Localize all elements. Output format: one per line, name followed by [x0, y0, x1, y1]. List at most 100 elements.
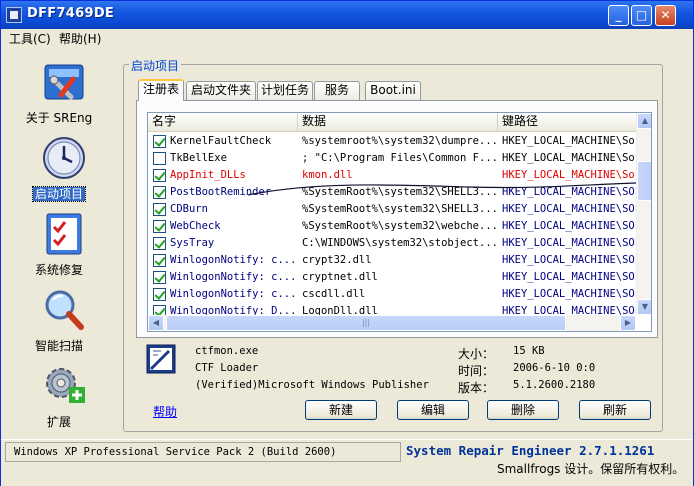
- app-icon: [6, 7, 22, 23]
- row-key-path: HKEY_LOCAL_MACHINE\SOF: [502, 254, 636, 266]
- table-row[interactable]: TkBellExe ; "C:\Program Files\Common F...…: [148, 150, 636, 167]
- row-key-path: HKEY_LOCAL_MACHINE\SOF: [502, 288, 636, 300]
- row-name: CDBurn: [170, 203, 208, 215]
- sidebar-item-label: 智能扫描: [34, 339, 83, 353]
- row-checkbox[interactable]: [153, 220, 166, 233]
- table-row[interactable]: WinlogonNotify: c... cryptnet.dll HKEY_LOC…: [148, 269, 636, 286]
- refresh-button[interactable]: 刷新: [579, 400, 651, 420]
- status-bar: Windows XP Professional Service Pack 2 (…: [1, 439, 693, 486]
- row-checkbox[interactable]: [153, 237, 166, 250]
- menu-tools[interactable]: 工具(C): [9, 30, 51, 47]
- app-name-text: System Repair Engineer 2.7.1.1261: [406, 443, 655, 458]
- sidebar-item-label: 扩展: [46, 415, 71, 429]
- row-checkbox[interactable]: [153, 288, 166, 301]
- sidebar-item-startup[interactable]: 启动项目: [9, 135, 109, 205]
- row-checkbox[interactable]: [153, 135, 166, 148]
- version-label: 版本：: [458, 381, 495, 395]
- row-checkbox[interactable]: [153, 152, 166, 165]
- row-name: PostBootReminder: [170, 186, 272, 198]
- table-row[interactable]: CDBurn %SystemRoot%\system32\SHELL3... HKE…: [148, 201, 636, 218]
- file-icon: [146, 344, 176, 374]
- row-name: WinlogonNotify: c...: [170, 254, 297, 266]
- sidebar-item-extend[interactable]: 扩展: [9, 363, 109, 433]
- tab-services[interactable]: 服务: [314, 81, 360, 100]
- main-window: DFF7469DE _ □ ✕ 工具(C) 帮助(H) 关于 SREng 启动项…: [0, 0, 694, 486]
- row-name: SysTray: [170, 237, 215, 249]
- row-data: %SystemRoot%\system32\SHELL3...: [302, 203, 496, 215]
- tab-boot-ini[interactable]: Boot.ini: [365, 81, 421, 100]
- sidebar: 关于 SREng 启动项目 系统修复 智能扫描 扩展: [1, 47, 117, 437]
- time-value: 2006-6-10 0:0: [513, 362, 596, 374]
- scroll-right-button[interactable]: ▶: [620, 315, 636, 331]
- column-header-name[interactable]: 名字: [148, 113, 298, 131]
- row-checkbox[interactable]: [153, 271, 166, 284]
- row-checkbox[interactable]: [153, 254, 166, 267]
- row-name: WebCheck: [170, 220, 221, 232]
- row-data: %SystemRoot%\system32\SHELL3...: [302, 186, 496, 198]
- row-key-path: HKEY_LOCAL_MACHINE\Sof: [502, 169, 636, 181]
- close-button[interactable]: ✕: [655, 5, 676, 26]
- tab-scheduled-tasks[interactable]: 计划任务: [257, 81, 313, 100]
- scroll-down-button[interactable]: ▼: [637, 299, 651, 315]
- edit-button[interactable]: 编辑: [397, 400, 469, 420]
- row-name: KernelFaultCheck: [170, 135, 272, 147]
- scroll-up-button[interactable]: ▲: [637, 113, 651, 129]
- sidebar-item-about[interactable]: 关于 SREng: [9, 59, 109, 129]
- row-key-path: HKEY_LOCAL_MACHINE\SOF: [502, 220, 636, 232]
- vertical-scroll-thumb[interactable]: [637, 161, 651, 201]
- row-checkbox[interactable]: [153, 169, 166, 182]
- sidebar-item-label: 系统修复: [34, 263, 83, 277]
- row-key-path: HKEY_LOCAL_MACHINE\SOF: [502, 271, 636, 283]
- checklist-icon: [46, 213, 82, 255]
- startup-list[interactable]: 名字 数据 键路径 KernelFaultCheck %systemroot%\s…: [147, 112, 652, 332]
- table-row[interactable]: SysTray C:\WINDOWS\system32\stobject... HK…: [148, 235, 636, 252]
- row-name: AppInit_DLLs: [170, 169, 246, 181]
- row-key-path: HKEY_LOCAL_MACHINE\SOF: [502, 203, 636, 215]
- sidebar-item-label: 关于 SREng: [25, 111, 93, 125]
- scroll-left-button[interactable]: ◀: [148, 315, 164, 331]
- horizontal-scrollbar[interactable]: ◀ ||| ▶: [148, 315, 636, 331]
- tab-registry[interactable]: 注册表: [138, 79, 184, 101]
- help-link[interactable]: 帮助: [153, 403, 177, 420]
- magnifier-icon: [45, 290, 84, 330]
- column-header-key[interactable]: 键路径: [498, 113, 638, 131]
- tab-startup-folder[interactable]: 启动文件夹: [186, 81, 256, 100]
- sidebar-item-scan[interactable]: 智能扫描: [9, 287, 109, 357]
- table-row[interactable]: WinlogonNotify: c... cscdll.dll HKEY_LOCAL…: [148, 286, 636, 303]
- row-name: TkBellExe: [170, 152, 227, 164]
- row-checkbox[interactable]: [153, 203, 166, 216]
- menu-help[interactable]: 帮助(H): [59, 30, 101, 47]
- minimize-button[interactable]: _: [608, 5, 629, 26]
- row-key-path: HKEY_LOCAL_MACHINE\Sof: [502, 152, 636, 164]
- table-row[interactable]: KernelFaultCheck %systemroot%\system32\du…: [148, 133, 636, 150]
- vertical-scrollbar[interactable]: ▲ ▼: [636, 113, 651, 315]
- file-name: ctfmon.exe: [195, 345, 259, 357]
- column-header-data[interactable]: 数据: [298, 113, 498, 131]
- os-version-text: Windows XP Professional Service Pack 2 (…: [5, 442, 401, 462]
- title-bar[interactable]: DFF7469DE _ □ ✕: [1, 1, 693, 29]
- time-label: 时间：: [458, 364, 495, 378]
- version-value: 5.1.2600.2180: [513, 379, 596, 391]
- gear-plus-icon: [46, 368, 85, 403]
- window-title: DFF7469DE: [27, 6, 115, 21]
- new-button[interactable]: 新建: [305, 400, 377, 420]
- maximize-button[interactable]: □: [631, 5, 652, 26]
- table-row[interactable]: PostBootReminder %SystemRoot%\system32\SH…: [148, 184, 636, 201]
- row-data: ; "C:\Program Files\Common F...: [302, 152, 496, 164]
- file-publisher: (Verified)Microsoft Windows Publisher: [195, 379, 429, 391]
- row-checkbox[interactable]: [153, 186, 166, 199]
- table-row[interactable]: WinlogonNotify: c... crypt32.dll HKEY_LOCA…: [148, 252, 636, 269]
- table-row[interactable]: WebCheck %SystemRoot%\system32\webche... H…: [148, 218, 636, 235]
- group-title: 启动项目: [129, 57, 182, 74]
- row-data: C:\WINDOWS\system32\stobject...: [302, 237, 496, 249]
- row-data: cryptnet.dll: [302, 271, 378, 283]
- delete-button[interactable]: 删除: [487, 400, 559, 420]
- row-key-path: HKEY_LOCAL_MACHINE\SOF: [502, 237, 636, 249]
- row-data: %systemroot%\system32\dumpre...: [302, 135, 496, 147]
- row-data: crypt32.dll: [302, 254, 372, 266]
- horizontal-scroll-thumb[interactable]: |||: [166, 315, 566, 331]
- row-data: kmon.dll: [302, 169, 353, 181]
- table-row[interactable]: AppInit_DLLs kmon.dll HKEY_LOCAL_MACHINE\S…: [148, 167, 636, 184]
- sidebar-item-repair[interactable]: 系统修复: [9, 211, 109, 281]
- file-description: CTF Loader: [195, 362, 259, 374]
